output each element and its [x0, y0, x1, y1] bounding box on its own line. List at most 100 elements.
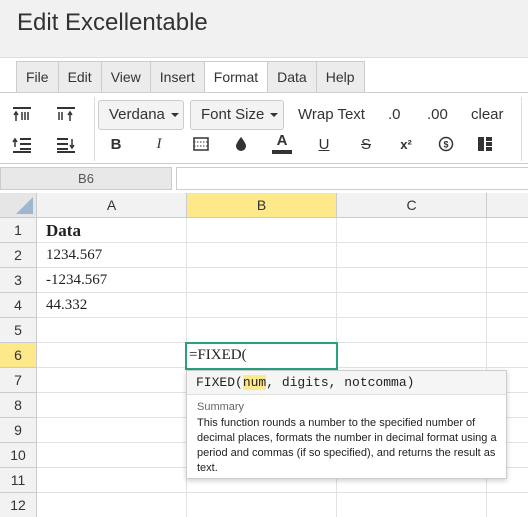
- grid-cell[interactable]: [37, 343, 187, 368]
- row-header-2[interactable]: 2: [0, 243, 37, 268]
- row-header-12[interactable]: 12: [0, 493, 37, 517]
- grid-cell[interactable]: [187, 318, 337, 343]
- indent-icon[interactable]: [11, 134, 33, 156]
- bold-button[interactable]: B: [105, 133, 127, 155]
- chevron-down-icon: [170, 113, 179, 118]
- italic-button[interactable]: I: [148, 133, 170, 155]
- grid-cell[interactable]: [187, 293, 337, 318]
- align-top-icon[interactable]: [11, 103, 33, 125]
- toolbar-separator: [521, 97, 522, 161]
- row-header-3[interactable]: 3: [0, 268, 37, 293]
- grid-cell[interactable]: [337, 218, 487, 243]
- menu-tabs: File Edit View Insert Format Data Help: [16, 61, 365, 93]
- grid-cell[interactable]: [37, 418, 187, 443]
- underline-button[interactable]: U: [313, 133, 335, 155]
- tab-insert[interactable]: Insert: [149, 61, 204, 93]
- align-middle-icon[interactable]: [55, 103, 77, 125]
- grid-cell[interactable]: [37, 368, 187, 393]
- cell-name-box[interactable]: B6: [0, 167, 172, 190]
- row-header-4[interactable]: 4: [0, 293, 37, 318]
- format-toolbar: Verdana Font Size Wrap Text .0 .00 clear…: [0, 92, 528, 164]
- grid-cell[interactable]: [487, 318, 528, 343]
- grid-cell[interactable]: [37, 493, 187, 517]
- column-header-a[interactable]: A: [37, 193, 187, 218]
- fill-color-icon[interactable]: [230, 133, 252, 155]
- grid-cell[interactable]: [337, 243, 487, 268]
- grid-cell[interactable]: [337, 268, 487, 293]
- select-all-triangle-icon: [16, 197, 33, 214]
- row-header-6[interactable]: 6: [0, 343, 37, 368]
- grid-cell[interactable]: [337, 343, 487, 368]
- grid-cell[interactable]: [487, 343, 528, 368]
- active-cell-editor[interactable]: =FIXED(: [185, 342, 338, 370]
- font-size-dropdown[interactable]: Font Size: [190, 100, 284, 130]
- tab-format[interactable]: Format: [203, 61, 268, 93]
- tab-help[interactable]: Help: [315, 61, 365, 93]
- grid-cell[interactable]: [187, 243, 337, 268]
- font-family-dropdown[interactable]: Verdana: [98, 100, 184, 130]
- app-title: Edit Excellentable: [17, 9, 208, 36]
- merge-cells-icon[interactable]: [474, 133, 496, 155]
- grid-cell[interactable]: [337, 293, 487, 318]
- column-header-b[interactable]: B: [187, 193, 337, 218]
- grid-cell[interactable]: [37, 393, 187, 418]
- toolbar-separator: [94, 97, 95, 161]
- superscript-button[interactable]: x²: [395, 133, 417, 155]
- tab-edit[interactable]: Edit: [57, 61, 101, 93]
- title-bar: Edit Excellentable: [0, 0, 528, 58]
- wrap-text-button[interactable]: Wrap Text: [298, 106, 365, 123]
- grid-cell[interactable]: [487, 293, 528, 318]
- function-autocomplete-tooltip: FIXED(num, digits, notcomma) Summary Thi…: [186, 370, 507, 479]
- row-header-9[interactable]: 9: [0, 418, 37, 443]
- column-header-d[interactable]: [487, 193, 528, 218]
- grid-cell[interactable]: [487, 243, 528, 268]
- row-header-1[interactable]: 1: [0, 218, 37, 243]
- grid-cell[interactable]: [487, 268, 528, 293]
- border-icon[interactable]: [190, 133, 212, 155]
- grid-cell[interactable]: [37, 468, 187, 493]
- grid-cell[interactable]: [37, 443, 187, 468]
- tab-view[interactable]: View: [100, 61, 150, 93]
- remaining-parameters: , digits, notcomma): [266, 375, 415, 390]
- chevron-down-icon: [270, 113, 279, 118]
- function-name: FIXED(: [196, 375, 243, 390]
- grid-cell[interactable]: [187, 493, 337, 517]
- grid-cell[interactable]: [337, 493, 487, 517]
- cell-a3[interactable]: -1234.567: [37, 268, 187, 293]
- grid-cell[interactable]: [187, 268, 337, 293]
- currency-icon[interactable]: $: [435, 133, 457, 155]
- strikethrough-button[interactable]: S: [355, 133, 377, 155]
- row-header-10[interactable]: 10: [0, 443, 37, 468]
- grid-cell[interactable]: [487, 493, 528, 517]
- summary-label: Summary: [197, 401, 245, 413]
- clear-button[interactable]: clear: [471, 106, 504, 123]
- column-header-c[interactable]: C: [337, 193, 487, 218]
- function-signature: FIXED(num, digits, notcomma): [187, 371, 506, 395]
- formula-input[interactable]: [176, 167, 528, 190]
- function-summary: This function rounds a number to the spe…: [197, 417, 497, 474]
- tab-data[interactable]: Data: [267, 61, 316, 93]
- cell-a1[interactable]: Data: [37, 218, 187, 243]
- spreadsheet-grid: A B C 1 2 3 4 5 6 7 8 9 10 11 12 Data 1234.567 -123…: [0, 193, 528, 517]
- text-color-button[interactable]: A: [271, 130, 293, 156]
- row-header-11[interactable]: 11: [0, 468, 37, 493]
- select-all-corner[interactable]: [0, 193, 37, 218]
- grid-cell[interactable]: [37, 318, 187, 343]
- row-header-7[interactable]: 7: [0, 368, 37, 393]
- cell-a2[interactable]: 1234.567: [37, 243, 187, 268]
- grid-cell[interactable]: [187, 218, 337, 243]
- outdent-icon[interactable]: [55, 134, 77, 156]
- decrease-decimal-button[interactable]: .0: [388, 106, 401, 123]
- cell-a4[interactable]: 44.332: [37, 293, 187, 318]
- row-header-5[interactable]: 5: [0, 318, 37, 343]
- app-window: Edit Excellentable File Edit View Insert…: [0, 0, 528, 517]
- font-size-value: Font Size: [201, 106, 265, 123]
- svg-text:$: $: [443, 140, 448, 150]
- grid-cell[interactable]: [487, 218, 528, 243]
- tab-file[interactable]: File: [16, 61, 58, 93]
- text-color-letter: A: [276, 132, 288, 149]
- increase-decimal-button[interactable]: .00: [427, 106, 448, 123]
- row-header-8[interactable]: 8: [0, 393, 37, 418]
- font-family-value: Verdana: [109, 106, 165, 123]
- grid-cell[interactable]: [337, 318, 487, 343]
